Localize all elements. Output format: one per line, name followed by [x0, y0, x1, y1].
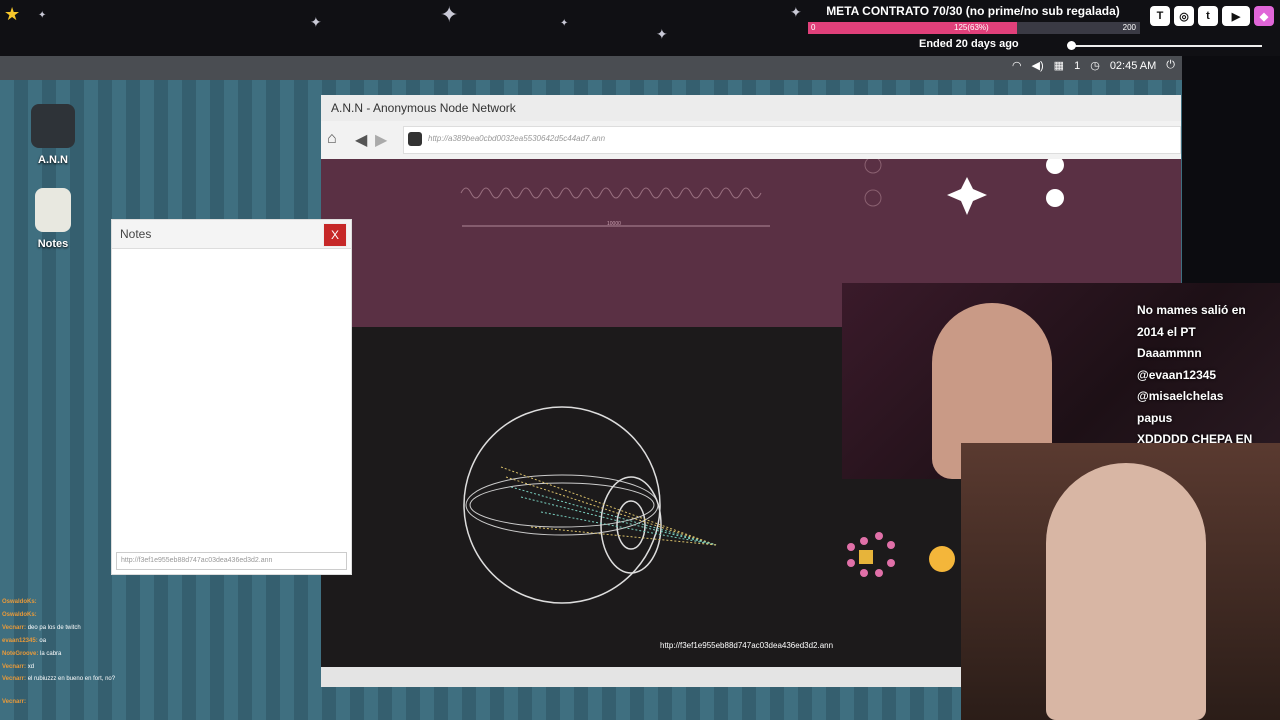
clock-time: 02:45 AM	[1109, 59, 1157, 72]
goal-current: 125(63%)	[954, 23, 989, 32]
notes-textarea[interactable]	[112, 249, 351, 548]
node-star	[947, 177, 987, 215]
node-circle	[1046, 156, 1064, 174]
eye-lens	[616, 500, 646, 550]
chat-user: OswaldoKs:	[2, 599, 37, 605]
goal-progress-bar: 0 125(63%) 200	[808, 22, 1140, 34]
node-circle	[1046, 189, 1064, 207]
decor-dot	[1067, 41, 1076, 50]
notes-window: Notes X http://f3ef1e955eb88d747ac03dea4…	[111, 219, 352, 575]
goal-max: 200	[1122, 23, 1136, 32]
youtube-icon: ▶	[1222, 6, 1250, 26]
browser-title: A.N.N - Anonymous Node Network	[321, 95, 1181, 121]
node-circle	[864, 156, 882, 174]
stream-chat-right: No mames salió en 2014 el PT Daaammnn @e…	[1137, 300, 1277, 451]
instagram-icon: ◎	[1174, 6, 1194, 26]
power-icon[interactable]: ⏻	[1166, 59, 1175, 72]
chat-line: Vecnarr: xd	[2, 661, 130, 674]
notes-url-field[interactable]: http://f3ef1e955eb88d747ac03dea436ed3d2.…	[116, 552, 347, 570]
system-tray: ◠ ◀) ▦ 1 ◷ 02:45 AM ⏻	[1012, 59, 1175, 72]
sparkle-icon: ✦	[440, 2, 459, 27]
wave-graphic	[460, 187, 762, 199]
sparkle-icon: ✦	[790, 4, 802, 20]
chat-user: evaan12345:	[2, 638, 38, 644]
chat-message: 2014 el PT	[1137, 324, 1196, 339]
chat-line: NoteGroove: la cabra	[2, 648, 130, 661]
spy-icon	[408, 132, 422, 146]
chat-message: papus	[1137, 410, 1173, 425]
notes-title: Notes	[120, 227, 152, 241]
node-circle	[864, 189, 882, 207]
chat-line: evaan12345: oa	[2, 635, 130, 648]
chat-text: oa	[39, 638, 47, 644]
gem-icon: ◆	[1254, 6, 1274, 26]
back-arrow-icon[interactable]: ◀	[355, 130, 367, 150]
sparkle-icon: ✦	[560, 18, 569, 29]
notepad-icon	[35, 188, 71, 232]
webcam-guest	[961, 443, 1280, 720]
desktop-icon-label: A.N.N	[38, 154, 68, 166]
gold-cube	[859, 550, 873, 564]
address-bar[interactable]: http://a389bea0cbd0032ea5530642d5c44ad7.…	[403, 126, 1181, 154]
chat-line: Vecnarr:	[2, 696, 130, 709]
chat-message: No mames salió en	[1137, 303, 1246, 317]
scale-label: 10000	[607, 221, 621, 227]
clock-icon: ◷	[1090, 60, 1100, 72]
chat-message: @evaan12345	[1137, 367, 1217, 382]
close-button[interactable]: X	[323, 223, 347, 247]
chat-text: el rubiuzzz en bueno en fort, no?	[27, 676, 116, 682]
sparkle-icon: ✦	[310, 14, 322, 30]
home-icon[interactable]: ⌂	[327, 130, 337, 148]
sparkle-icon: ✦	[656, 26, 668, 42]
goal-title: META CONTRATO 70/30 (no prime/no sub reg…	[826, 4, 1120, 18]
eye-ring	[465, 474, 659, 536]
forward-arrow-icon[interactable]: ▶	[375, 130, 387, 150]
guest-figure	[1046, 463, 1206, 720]
calendar-icon[interactable]: ▦	[1054, 59, 1064, 72]
taskbar	[0, 56, 1182, 80]
volume-icon[interactable]: ◀)	[1032, 59, 1044, 72]
page-url-text[interactable]: http://f3ef1e955eb88d747ac03dea436ed3d2.…	[660, 641, 833, 650]
goal-ended-text: Ended 20 days ago	[919, 38, 1019, 50]
chat-message: Daaammnn	[1137, 346, 1202, 360]
desktop-icon-label: Notes	[37, 238, 69, 250]
chat-line: Vecnarr: el rubiuzzz en bueno en fort, n…	[2, 674, 130, 696]
sparkle-icon: ✦	[38, 10, 47, 21]
chat-line: OswaldoKs:	[2, 609, 130, 622]
wifi-icon[interactable]: ◠	[1012, 59, 1022, 72]
stream-overlay-bar: ★ ✦ ✦ ✦ ✦ ✦ ✦ META CONTRATO 70/30 (no pr…	[0, 0, 1280, 56]
goal-min: 0	[811, 23, 816, 32]
chat-user: Vecnarr:	[2, 625, 27, 631]
desktop-icon-notes[interactable]: Notes	[18, 188, 88, 250]
twitch-icon: T	[1150, 6, 1170, 26]
chat-line: Vecnarr: deo pa los de twitch	[2, 622, 130, 635]
eye-lens	[600, 476, 662, 574]
gold-coin	[929, 546, 955, 572]
light-ray	[510, 486, 717, 546]
twitter-icon: t	[1198, 6, 1218, 26]
chat-user: Vecnarr:	[2, 676, 27, 682]
chat-user: OswaldoKs:	[2, 612, 37, 618]
browser-navbar: ⌂ ◀ ▶ http://a389bea0cbd0032ea5530642d5c…	[321, 121, 1181, 160]
chat-line: OswaldoKs:	[2, 596, 130, 609]
chat-text: la cabra	[40, 651, 62, 657]
chat-message: @misaelchelas	[1137, 389, 1224, 403]
decor-line	[1072, 45, 1262, 47]
chat-user: Vecnarr:	[2, 699, 27, 705]
light-ray	[530, 526, 717, 546]
address-text: http://a389bea0cbd0032ea5530642d5c44ad7.…	[428, 134, 606, 143]
notification-count: 1	[1074, 59, 1081, 72]
chat-text: deo pa los de twitch	[27, 625, 81, 631]
chat-user: Vecnarr:	[2, 664, 27, 670]
social-icons: T ◎ t ▶ ◆	[1150, 6, 1274, 26]
desktop-icon-ann[interactable]: A.N.N	[18, 104, 88, 166]
star-icon: ★	[4, 4, 21, 24]
chat-user: NoteGroove:	[2, 651, 39, 657]
chat-text: xd	[27, 664, 35, 670]
stream-chat-left: OswaldoKs: OswaldoKs: Vecnarr: deo pa lo…	[2, 596, 130, 709]
notes-titlebar: Notes X	[112, 220, 351, 249]
hacker-icon	[31, 104, 75, 148]
